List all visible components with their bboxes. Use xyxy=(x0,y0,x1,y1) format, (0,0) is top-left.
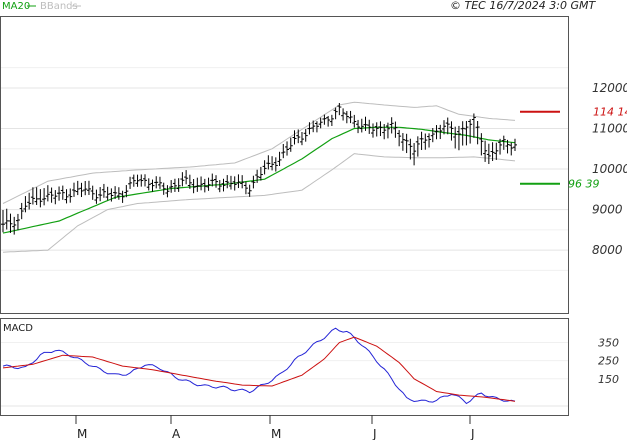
target-label: 114 14 xyxy=(593,106,627,119)
macd-y-tick-label: 150 xyxy=(598,373,619,386)
macd-y-axis: 350 250 150 xyxy=(598,337,619,386)
price-y-tick-label: 11000 xyxy=(592,122,627,136)
x-tick-label: A xyxy=(172,427,181,440)
macd-panel-title: MACD xyxy=(3,323,33,334)
price-y-tick-label: 10000 xyxy=(592,162,627,176)
target-label: 96 39 xyxy=(568,178,600,191)
x-tick-label: J xyxy=(372,427,377,440)
price-y-tick-label: 12000 xyxy=(592,81,627,95)
price-panel-frame xyxy=(0,16,569,314)
macd-y-tick-label: 250 xyxy=(598,355,619,368)
macd-y-tick-label: 350 xyxy=(598,337,619,350)
x-tick-label: M xyxy=(271,427,281,440)
x-axis: MAMJJ xyxy=(75,415,475,440)
x-tick-label: J xyxy=(470,427,475,440)
x-tick-label: M xyxy=(77,427,87,440)
price-y-tick-label: 8000 xyxy=(592,243,623,257)
stock-chart: MA20 BBands © TEC 16/7/2024 3:0 GMT 1200… xyxy=(0,0,627,440)
ma20-legend-label: MA20 xyxy=(2,1,30,12)
price-y-tick-label: 9000 xyxy=(592,203,623,217)
copyright-text: © TEC 16/7/2024 3:0 GMT xyxy=(450,0,596,12)
macd-panel-frame xyxy=(0,318,569,416)
